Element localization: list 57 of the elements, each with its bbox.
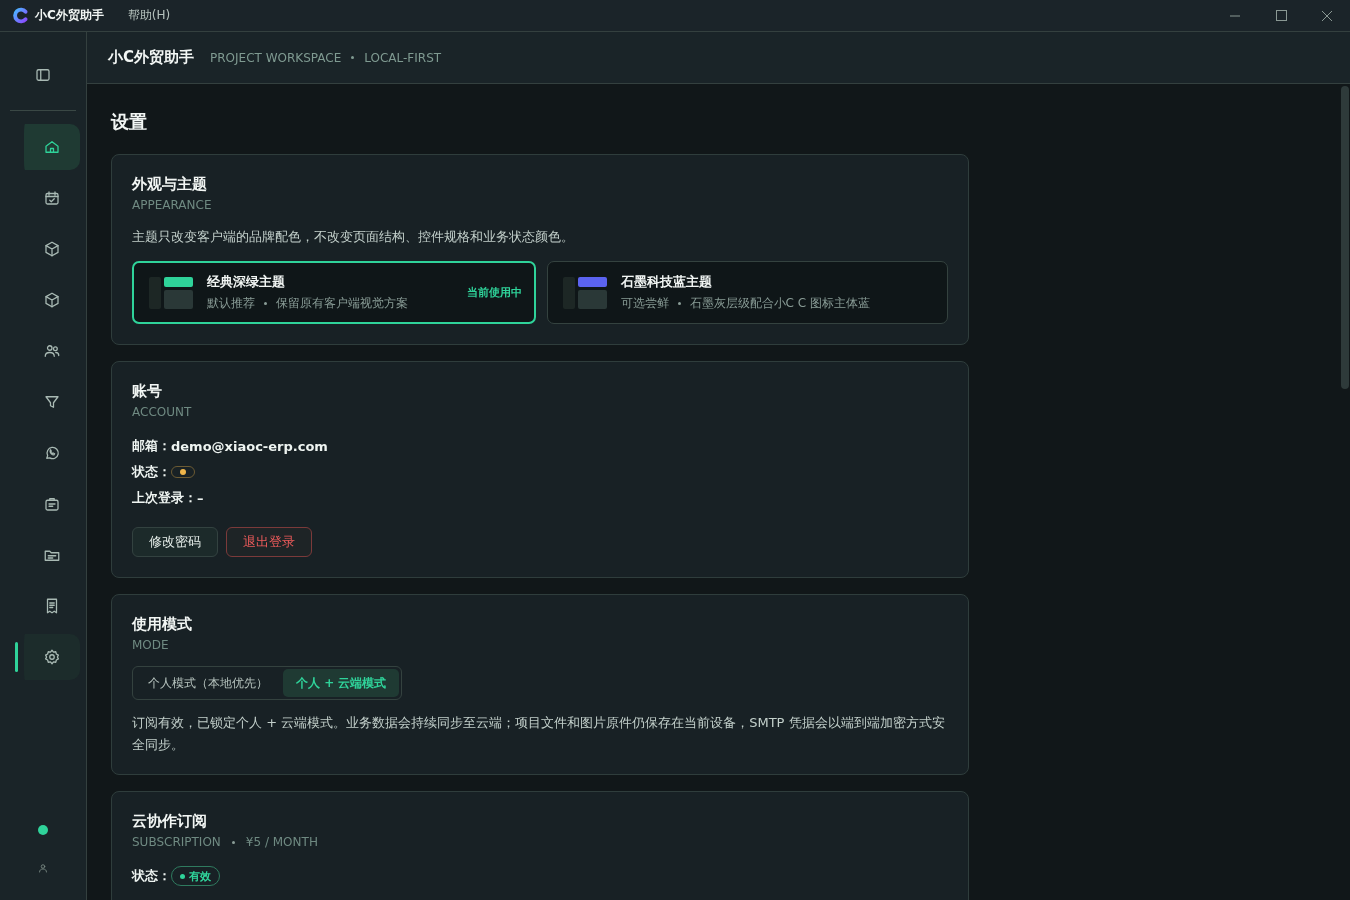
section-caption: MODE <box>132 638 169 652</box>
workspace-tag: LOCAL-FIRST <box>364 50 442 65</box>
field-value: – <box>197 490 204 506</box>
field-value: demo@xiaoc-erp.com <box>171 438 328 454</box>
separator-dot <box>351 56 355 59</box>
close-icon[interactable] <box>1322 10 1332 21</box>
separator-dot <box>677 302 681 305</box>
theme-note: 可选尝鲜 <box>620 295 669 312</box>
field-label: 状态： <box>132 867 171 885</box>
change-password-button[interactable]: 修改密码 <box>132 527 218 557</box>
section-caption: APPEARANCE <box>132 198 212 212</box>
current-label: 当前使用中 <box>466 285 522 300</box>
price-label: ¥5 / MONTH <box>245 835 318 849</box>
sidebar-toggle-icon <box>34 66 52 84</box>
section-title: 外观与主题 <box>132 175 208 194</box>
section-caption: ACCOUNT <box>132 405 192 419</box>
user-icon <box>37 862 49 874</box>
users-icon <box>43 342 61 360</box>
cube-icon <box>43 240 61 258</box>
theme-name: 经典深绿主题 <box>207 273 286 291</box>
section-description: 订阅有效，已锁定个人 + 云端模式。业务数据会持续同步至云端；项目文件和图片原件仍保存在当前设备，SMTP 凭据会以端到端加密方式安全同步。 <box>132 714 946 754</box>
nav-item[interactable] <box>15 634 80 680</box>
chat-icon <box>43 444 61 462</box>
field-label: 邮箱： <box>132 437 171 455</box>
theme-note: 默认推荐 <box>207 295 255 312</box>
page-title: 设置 <box>111 110 148 134</box>
calendar-icon <box>43 189 61 207</box>
field-label: 状态： <box>132 463 171 481</box>
mode-option[interactable]: 个人 + 云端模式 <box>283 669 400 697</box>
logout-button[interactable]: 退出登录 <box>226 527 312 557</box>
workspace-subtitle: PROJECT WORKSPACE <box>210 50 342 65</box>
app-name: 小C外贸助手 <box>35 7 104 24</box>
settings-icon <box>43 648 61 666</box>
section-description: 主题只改变客户端的品牌配色，不改变页面结构、控件规格和业务状态颜色。 <box>132 228 575 246</box>
menu-item[interactable]: 帮助(H) <box>127 7 171 24</box>
theme-option[interactable]: 石墨科技蓝主题 可选尝鲜 石墨灰层级配合小C C 图标主体蓝 <box>546 261 948 324</box>
section-title: 云协作订阅 <box>132 812 208 831</box>
theme-detail: 保留原有客户端视觉方案 <box>276 295 408 312</box>
logo-icon <box>12 7 29 24</box>
separator-dot <box>264 302 267 305</box>
section-caption: SUBSCRIPTION <box>132 835 221 849</box>
theme-option[interactable]: 经典深绿主题 默认推荐 保留原有客户端视觉方案 当前使用中 <box>132 261 536 324</box>
theme-name: 石墨科技蓝主题 <box>620 273 713 291</box>
home-icon <box>43 138 61 156</box>
theme-detail: 石墨灰层级配合小C C 图标主体蓝 <box>689 295 870 312</box>
separator-dot <box>231 840 235 844</box>
scrollbar-thumb[interactable] <box>1341 86 1349 389</box>
maximize-icon[interactable] <box>1275 10 1287 21</box>
section-title: 账号 <box>132 382 163 401</box>
cube-icon <box>43 291 61 309</box>
minimize-icon[interactable] <box>1230 14 1240 17</box>
workspace-title: 小C外贸助手 <box>108 48 194 67</box>
briefcase-icon <box>43 495 61 513</box>
field-label: 上次登录： <box>132 489 197 507</box>
mode-option[interactable]: 个人模式（本地优先） <box>135 669 281 697</box>
filter-icon <box>43 393 61 411</box>
section-title: 使用模式 <box>132 615 193 634</box>
